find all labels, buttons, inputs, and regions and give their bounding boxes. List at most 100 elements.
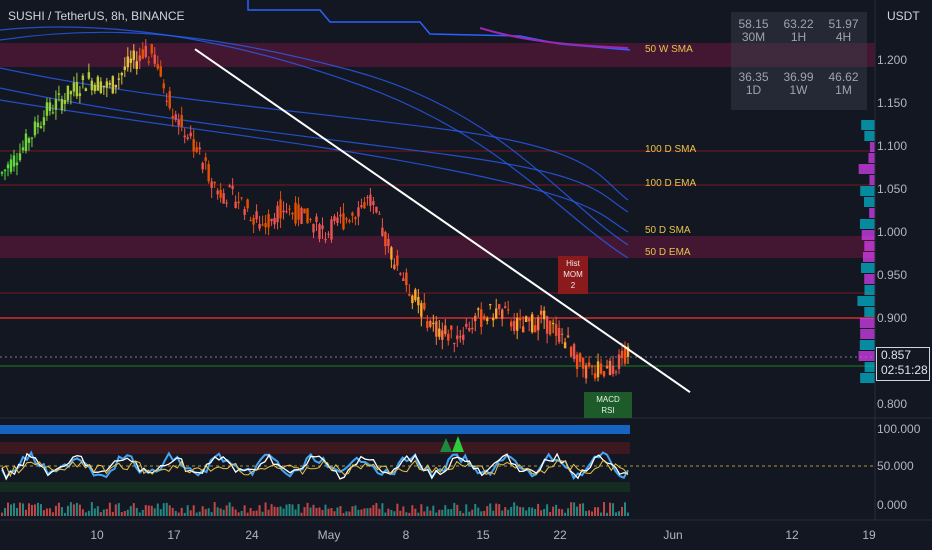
candle-body (186, 137, 189, 139)
volume-bar (63, 512, 66, 516)
candle-body (9, 159, 13, 172)
volume-bar (111, 511, 114, 516)
candle-body (120, 72, 124, 76)
volume-bar (81, 509, 84, 516)
volume-bar (351, 506, 354, 516)
volume-bar (15, 507, 18, 516)
candle-body (75, 81, 79, 97)
volume-bar (279, 506, 282, 516)
candle-body (447, 333, 450, 341)
volume-bar (441, 509, 444, 516)
volume-bar (408, 512, 411, 516)
volume-profile-bar (864, 285, 875, 295)
candle-body (339, 214, 342, 217)
volume-bar (123, 511, 126, 516)
volume-bar (57, 502, 60, 516)
candle-body (387, 239, 390, 247)
volume-bar (180, 507, 183, 516)
volume-profile-bar (869, 142, 875, 152)
candle-body (605, 365, 609, 369)
volume-bar (198, 511, 201, 516)
volume-bar (243, 505, 246, 516)
candle-body (396, 255, 399, 266)
rsi-cell: 51.97 4H (828, 17, 859, 44)
x-tick: 12 (785, 528, 799, 542)
candle-body (168, 91, 171, 109)
volume-bar (417, 512, 420, 516)
candle-body (165, 100, 168, 102)
candle-body (623, 348, 627, 364)
volume-profile-bar (858, 164, 875, 174)
candle-body (554, 324, 558, 336)
volume-bar (615, 512, 618, 516)
volume-bar (435, 512, 438, 516)
volume-bar (504, 507, 507, 516)
candle-body (450, 325, 453, 330)
volume-bar (300, 512, 303, 516)
candle-body (171, 115, 174, 119)
volume-bar (141, 509, 144, 516)
volume-bar (438, 509, 441, 516)
volume-bar (576, 506, 579, 516)
volume-bar (3, 508, 6, 516)
candle-body (279, 199, 282, 219)
volume-bar (303, 507, 306, 516)
volume-bar (573, 502, 576, 516)
volume-bar (315, 507, 318, 516)
candle-body (123, 66, 127, 71)
candle-body (345, 218, 348, 220)
rsi-cell: 63.22 1H (783, 17, 814, 44)
candle-body (512, 320, 516, 331)
candle-body (21, 147, 25, 151)
rsi-cell: 46.62 1M (828, 70, 859, 97)
volume-bar (162, 503, 165, 516)
candle-body (306, 208, 309, 224)
candle-body (267, 214, 270, 228)
candle-body (566, 335, 570, 338)
candle-body (333, 216, 336, 222)
volume-bar (405, 512, 408, 516)
volume-bar (174, 510, 177, 516)
candle-body (474, 315, 477, 322)
candle-body (608, 360, 612, 376)
candle-body (252, 217, 255, 225)
volume-bar (540, 510, 543, 516)
candle-body (147, 61, 150, 63)
volume-bar (255, 510, 258, 516)
volume-bar (339, 506, 342, 516)
volume-bar (105, 508, 108, 516)
candle-body (524, 316, 528, 322)
candle-body (273, 218, 276, 225)
volume-bar (432, 505, 435, 516)
volume-bar (546, 504, 549, 516)
candle-body (438, 328, 441, 337)
volume-bar (183, 512, 186, 516)
volume-profile-bar (864, 274, 875, 284)
candle-body (318, 224, 321, 239)
volume-bar (543, 508, 546, 516)
volume-bar (294, 509, 297, 516)
volume-bar (75, 502, 78, 516)
volume-bar (366, 508, 369, 516)
candle-body (234, 201, 237, 208)
candle-body (162, 83, 165, 89)
candle-body (489, 303, 492, 306)
volume-bar (306, 502, 309, 516)
volume-bar (9, 504, 12, 516)
candle-body (57, 93, 61, 95)
x-tick: 8 (402, 528, 410, 542)
overbought-zone (0, 442, 630, 454)
candle-body (527, 318, 531, 322)
candle-body (111, 76, 115, 94)
volume-bar (213, 502, 216, 516)
candle-body (90, 80, 94, 91)
volume-bar (54, 505, 57, 516)
volume-bar (558, 508, 561, 516)
candle-body (27, 138, 31, 143)
volume-bar (249, 508, 252, 516)
volume-bar (312, 504, 315, 516)
volume-bar (375, 503, 378, 516)
volume-bar (150, 505, 153, 516)
candle-body (96, 76, 100, 91)
volume-bar (390, 510, 393, 516)
